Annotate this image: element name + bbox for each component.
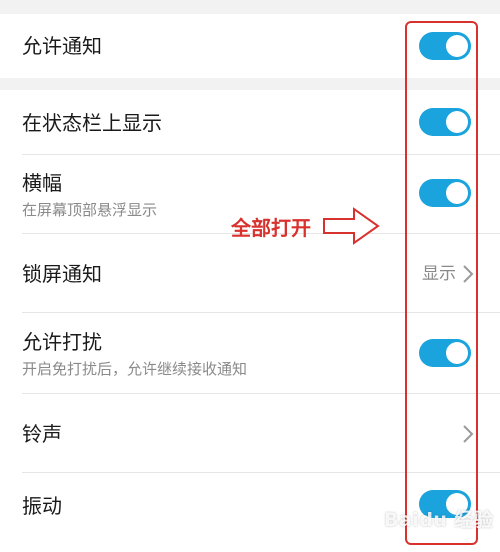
watermark: Baidu 经验 (384, 509, 494, 531)
status-bar-label: 在状态栏上显示 (22, 111, 162, 135)
allow-dnd-description: 开启免打扰后，允许继续接收通知 (22, 360, 248, 378)
annotation-label: 全部打开 (231, 216, 311, 240)
banner-label: 横幅 (22, 171, 62, 195)
annotation-highlight-box (405, 21, 478, 545)
outline-arrow-right-icon (323, 207, 380, 245)
ringtone-label: 铃声 (22, 422, 62, 446)
lock-screen-label: 锁屏通知 (22, 262, 102, 286)
allow-dnd-label: 允许打扰 (22, 330, 102, 354)
vibration-label: 振动 (22, 494, 62, 518)
allow-notifications-label: 允许通知 (22, 34, 102, 58)
banner-description: 在屏幕顶部悬浮显示 (22, 201, 158, 219)
